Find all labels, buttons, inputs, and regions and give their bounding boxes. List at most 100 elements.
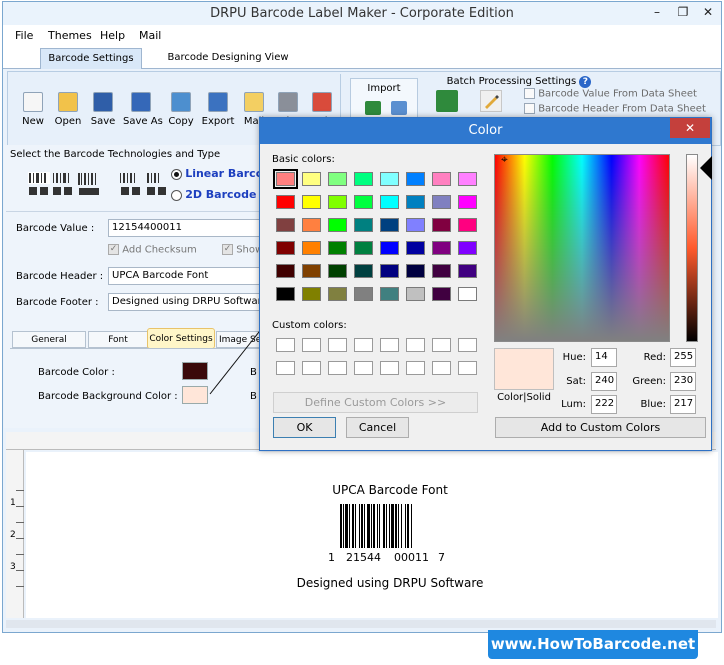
batch-header-checkbox[interactable]	[524, 103, 535, 114]
show-checksum-checkbox[interactable]: ✓	[222, 244, 233, 255]
basic-color-swatch[interactable]	[354, 264, 373, 278]
barcode-type-thumb-icon[interactable]	[50, 170, 76, 198]
basic-color-swatch[interactable]	[380, 195, 399, 209]
menu-help[interactable]: Help	[100, 29, 125, 42]
maximize-button[interactable]: ❐	[670, 2, 696, 22]
custom-color-swatch[interactable]	[328, 338, 347, 352]
basic-color-swatch[interactable]	[328, 287, 347, 301]
add-to-custom-colors-button[interactable]: Add to Custom Colors	[495, 417, 706, 438]
menu-file[interactable]: File	[15, 29, 33, 42]
basic-color-swatch[interactable]	[354, 218, 373, 232]
define-custom-colors-button[interactable]: Define Custom Colors >>	[273, 392, 478, 413]
custom-color-swatch[interactable]	[302, 338, 321, 352]
basic-color-swatch[interactable]	[328, 264, 347, 278]
batch-excel-icon[interactable]	[436, 90, 458, 112]
custom-color-swatch[interactable]	[328, 361, 347, 375]
basic-color-swatch[interactable]	[276, 287, 295, 301]
basic-color-swatch[interactable]	[406, 241, 425, 255]
basic-color-swatch[interactable]	[354, 195, 373, 209]
close-window-button[interactable]: ✕	[696, 2, 720, 22]
basic-color-swatch[interactable]	[406, 195, 425, 209]
open-button[interactable]: Open	[50, 92, 86, 127]
basic-color-swatch[interactable]	[276, 195, 295, 209]
green-input[interactable]: 230	[670, 372, 696, 391]
minimize-button[interactable]: –	[644, 2, 670, 22]
basic-color-swatch[interactable]	[406, 264, 425, 278]
basic-color-swatch[interactable]	[328, 172, 347, 186]
radio-2d-barcode[interactable]: 2D Barcode	[171, 188, 256, 201]
basic-color-swatch[interactable]	[458, 218, 477, 232]
custom-color-swatch[interactable]	[406, 361, 425, 375]
horizontal-scrollbar[interactable]	[6, 620, 716, 628]
custom-color-swatch[interactable]	[302, 361, 321, 375]
menu-mail[interactable]: Mail	[139, 29, 161, 42]
basic-color-swatch[interactable]	[458, 195, 477, 209]
basic-color-swatch[interactable]	[432, 287, 451, 301]
custom-color-swatch[interactable]	[276, 338, 295, 352]
basic-color-swatch[interactable]	[302, 218, 321, 232]
basic-color-swatch[interactable]	[354, 172, 373, 186]
basic-color-swatch[interactable]	[276, 264, 295, 278]
add-checksum-checkbox[interactable]: ✓	[108, 244, 119, 255]
basic-color-swatch[interactable]	[432, 241, 451, 255]
basic-color-swatch[interactable]	[354, 241, 373, 255]
hue-input[interactable]: 14	[591, 348, 617, 367]
color-spectrum-picker[interactable]: ⌖	[494, 153, 670, 342]
barcode-header-input[interactable]: UPCA Barcode Font	[108, 267, 262, 285]
subtab-general-settings[interactable]: General Settings	[12, 331, 86, 361]
help-icon[interactable]: ?	[579, 76, 592, 88]
basic-color-swatch[interactable]	[302, 195, 321, 209]
basic-color-swatch[interactable]	[276, 218, 295, 232]
basic-color-swatch[interactable]	[302, 264, 321, 278]
basic-color-swatch[interactable]	[432, 264, 451, 278]
save-button[interactable]: Save	[85, 92, 121, 127]
linear-radio-dot[interactable]	[171, 168, 182, 180]
import-file-icon[interactable]	[391, 101, 407, 115]
lum-input[interactable]: 222	[591, 395, 617, 414]
basic-color-swatch[interactable]	[406, 287, 425, 301]
basic-color-swatch[interactable]	[432, 218, 451, 232]
ok-button[interactable]: OK	[273, 417, 336, 438]
basic-color-swatch[interactable]	[380, 241, 399, 255]
basic-color-swatch[interactable]	[458, 264, 477, 278]
basic-color-swatch[interactable]	[380, 218, 399, 232]
custom-color-swatch[interactable]	[432, 361, 451, 375]
batch-option-value[interactable]: Barcode Value From Data Sheet	[524, 88, 697, 100]
basic-color-swatch[interactable]	[302, 172, 321, 186]
basic-color-swatch[interactable]	[432, 195, 451, 209]
basic-color-swatch[interactable]	[328, 241, 347, 255]
basic-color-swatch[interactable]	[458, 287, 477, 301]
sat-input[interactable]: 240	[591, 372, 617, 391]
barcode-type-thumb-icon[interactable]	[26, 170, 52, 198]
new-button[interactable]: New	[15, 92, 51, 127]
custom-color-swatch[interactable]	[432, 338, 451, 352]
save-as-button[interactable]: Save As	[123, 92, 163, 127]
2d-radio-dot[interactable]	[171, 189, 182, 201]
custom-color-swatch[interactable]	[380, 361, 399, 375]
basic-color-swatch[interactable]	[354, 287, 373, 301]
barcode-type-thumb-icon[interactable]	[76, 170, 102, 198]
cancel-button[interactable]: Cancel	[346, 417, 409, 438]
show-checksum-option[interactable]: ✓ Show	[222, 244, 263, 256]
export-button[interactable]: Export	[200, 92, 236, 127]
subtab-font-settings[interactable]: Font Settings	[88, 331, 148, 361]
tab-barcode-settings[interactable]: Barcode Settings	[40, 48, 142, 69]
batch-option-header[interactable]: Barcode Header From Data Sheet	[524, 103, 706, 115]
basic-color-swatch[interactable]	[302, 287, 321, 301]
custom-color-swatch[interactable]	[354, 338, 373, 352]
basic-color-swatch[interactable]	[302, 241, 321, 255]
copy-button[interactable]: Copy	[163, 92, 199, 127]
basic-color-swatch[interactable]	[273, 169, 298, 189]
basic-color-swatch[interactable]	[328, 195, 347, 209]
batch-value-checkbox[interactable]	[524, 88, 535, 99]
barcode-value-input[interactable]: 12154400011	[108, 219, 262, 237]
luminosity-slider[interactable]	[686, 154, 698, 342]
menu-themes[interactable]: Themes	[48, 29, 92, 42]
basic-color-swatch[interactable]	[406, 172, 425, 186]
red-input[interactable]: 255	[670, 348, 696, 367]
basic-color-swatch[interactable]	[406, 218, 425, 232]
tab-barcode-designing-view[interactable]: Barcode Designing View	[153, 48, 303, 69]
basic-color-swatch[interactable]	[276, 241, 295, 255]
basic-color-swatch[interactable]	[380, 172, 399, 186]
basic-color-swatch[interactable]	[380, 264, 399, 278]
